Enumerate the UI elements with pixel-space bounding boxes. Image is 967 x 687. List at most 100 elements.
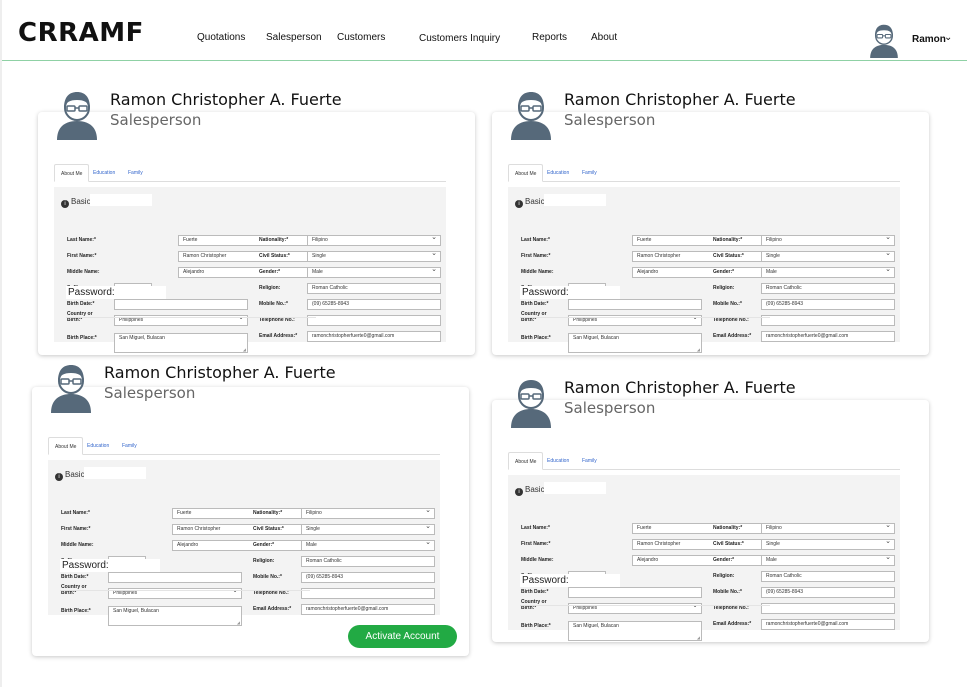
field-nationality[interactable]: Filipino: [301, 508, 435, 519]
profile-tabs: About Me Education Family: [54, 164, 446, 182]
tab-education[interactable]: Education: [81, 437, 115, 455]
profile-form: About Me Education Family iBasic Informa…: [48, 437, 440, 626]
info-icon: i: [61, 200, 69, 208]
tab-family[interactable]: Family: [576, 164, 603, 182]
field-email[interactable]: ramonchristopherfuerte0@gmail.com: [761, 619, 895, 630]
field-email[interactable]: ramonchristopherfuerte0@gmail.com: [761, 331, 895, 342]
field-civil-status[interactable]: Single: [761, 539, 895, 550]
nav-quotations[interactable]: Quotations: [197, 32, 245, 43]
field-religion[interactable]: Roman Catholic: [761, 283, 895, 294]
label-middle-name: Middle Name:: [521, 557, 554, 563]
nav-salesperson[interactable]: Salesperson: [266, 32, 322, 43]
field-birth-place[interactable]: San Miguel, Bulacan: [568, 333, 702, 353]
tab-family[interactable]: Family: [116, 437, 143, 455]
label-civil-status: Civil Status:*: [259, 253, 290, 259]
label-last-name: Last Name:*: [521, 525, 550, 531]
section-title-mask: [84, 467, 146, 479]
field-nationality[interactable]: Filipino: [761, 523, 895, 534]
field-birth-place[interactable]: San Miguel, Bulacan: [108, 606, 242, 626]
field-mobile-no[interactable]: (09) 65285-8943: [301, 572, 435, 583]
field-nationality[interactable]: Filipino: [307, 235, 441, 246]
label-birth-date: Birth Date:*: [521, 301, 549, 307]
field-nationality[interactable]: Filipino: [761, 235, 895, 246]
label-email: Email Address:*: [713, 333, 752, 339]
label-email: Email Address:*: [713, 621, 752, 627]
field-telephone-no[interactable]: [761, 315, 895, 326]
info-icon: i: [515, 488, 523, 496]
field-mobile-no[interactable]: (09) 65285-8943: [761, 587, 895, 598]
field-civil-status[interactable]: Single: [761, 251, 895, 262]
user-avatar-icon: [870, 24, 898, 58]
tab-family[interactable]: Family: [576, 452, 603, 470]
label-civil-status: Civil Status:*: [713, 541, 744, 547]
nav-about[interactable]: About: [591, 32, 617, 43]
label-mobile-no: Mobile No.:*: [713, 589, 742, 595]
label-birth-date: Birth Date:*: [521, 589, 549, 595]
activate-account-button[interactable]: Activate Account: [348, 625, 457, 648]
field-mobile-no[interactable]: (09) 65285-8943: [761, 299, 895, 310]
label-mobile-no: Mobile No.:*: [713, 301, 742, 307]
profile-avatar-icon: [511, 380, 551, 428]
nav-reports[interactable]: Reports: [532, 32, 567, 43]
field-email[interactable]: ramonchristopherfuerte0@gmail.com: [307, 331, 441, 342]
field-gender[interactable]: Male: [301, 540, 435, 551]
field-birth-date[interactable]: [568, 587, 702, 598]
label-birth-place: Birth Place:*: [67, 335, 97, 341]
label-civil-status: Civil Status:*: [253, 526, 284, 532]
label-birth-place: Birth Place:*: [521, 623, 551, 629]
field-religion[interactable]: Roman Catholic: [301, 556, 435, 567]
field-gender[interactable]: Male: [761, 267, 895, 278]
nav-customers-inquiry[interactable]: Customers Inquiry: [419, 33, 500, 44]
field-email[interactable]: ramonchristopherfuerte0@gmail.com: [301, 604, 435, 615]
field-telephone-no[interactable]: [307, 315, 441, 326]
password-divider: [520, 605, 770, 606]
tab-about-me[interactable]: About Me: [508, 164, 544, 182]
field-mobile-no[interactable]: (09) 65285-8943: [307, 299, 441, 310]
label-religion: Religion:: [713, 573, 735, 579]
password-divider: [520, 317, 770, 318]
label-nationality: Nationality:*: [713, 525, 743, 531]
tab-family[interactable]: Family: [122, 164, 149, 182]
page: CRRAMF Quotations Salesperson Customers …: [0, 0, 967, 687]
label-civil-status: Civil Status:*: [713, 253, 744, 259]
field-birth-place[interactable]: San Miguel, Bulacan: [568, 621, 702, 641]
field-birth-date[interactable]: [114, 299, 248, 310]
basic-info-panel: iBasic Information Last Name:*FuerteFirs…: [508, 187, 900, 353]
profile-avatar-icon: [51, 365, 91, 413]
label-birth-date: Birth Date:*: [61, 574, 89, 580]
field-gender[interactable]: Male: [307, 267, 441, 278]
field-birth-date[interactable]: [568, 299, 702, 310]
field-religion[interactable]: Roman Catholic: [307, 283, 441, 294]
field-civil-status[interactable]: Single: [301, 524, 435, 535]
profile-tabs: About Me Education Family: [508, 164, 900, 182]
top-navbar: CRRAMF Quotations Salesperson Customers …: [2, 0, 967, 61]
password-divider: [66, 317, 316, 318]
label-gender: Gender:*: [259, 269, 281, 275]
label-first-name: First Name:*: [521, 541, 551, 547]
profile-form: About Me Education Family iBasic Informa…: [508, 452, 900, 641]
label-nationality: Nationality:*: [259, 237, 289, 243]
tab-about-me[interactable]: About Me: [508, 452, 544, 470]
field-birth-date[interactable]: [108, 572, 242, 583]
profile-avatar-icon: [57, 92, 97, 140]
profile-role: Salesperson: [564, 399, 656, 417]
tab-education[interactable]: Education: [541, 452, 575, 470]
field-religion[interactable]: Roman Catholic: [761, 571, 895, 582]
brand-logo[interactable]: CRRAMF: [18, 18, 144, 48]
label-first-name: First Name:*: [521, 253, 551, 259]
tab-education[interactable]: Education: [87, 164, 121, 182]
field-gender[interactable]: Male: [761, 555, 895, 566]
field-telephone-no[interactable]: [761, 603, 895, 614]
tab-about-me[interactable]: About Me: [54, 164, 90, 182]
label-middle-name: Middle Name:: [521, 269, 554, 275]
field-birth-place[interactable]: San Miguel, Bulacan: [114, 333, 248, 353]
tab-about-me[interactable]: About Me: [48, 437, 84, 455]
nav-customers[interactable]: Customers: [337, 32, 385, 43]
field-telephone-no[interactable]: [301, 588, 435, 599]
basic-info-panel: iBasic Information Last Name:*FuerteFirs…: [54, 187, 446, 353]
field-civil-status[interactable]: Single: [307, 251, 441, 262]
label-gender: Gender:*: [713, 557, 735, 563]
user-menu[interactable]: Ramon ⌄: [868, 20, 964, 58]
tab-education[interactable]: Education: [541, 164, 575, 182]
info-icon: i: [515, 200, 523, 208]
